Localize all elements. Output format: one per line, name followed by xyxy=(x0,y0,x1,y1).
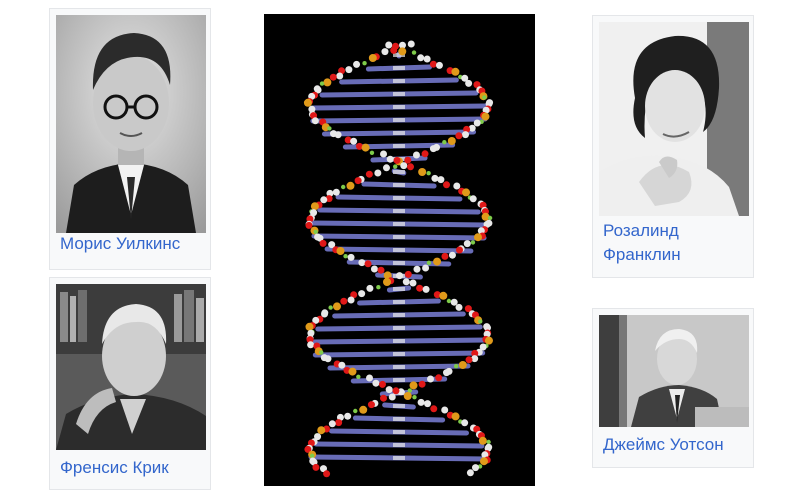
caption-franklin-line2[interactable]: Франклин xyxy=(603,243,681,267)
portrait-illustration xyxy=(599,22,749,216)
caption-franklin-link[interactable]: Розалинд Франклин xyxy=(603,219,681,267)
portrait-photo-watson[interactable] xyxy=(599,315,749,427)
portrait-photo-crick[interactable] xyxy=(56,284,206,450)
portrait-card-crick: Френсис Крик xyxy=(49,277,211,490)
portrait-photo-franklin[interactable] xyxy=(599,22,749,216)
portrait-card-watson: Джеймс Уотсон xyxy=(592,308,754,468)
dna-double-helix-image[interactable] xyxy=(264,14,535,486)
caption-watson-link[interactable]: Джеймс Уотсон xyxy=(603,433,724,457)
portrait-illustration xyxy=(56,15,206,233)
portrait-photo-wilkins[interactable] xyxy=(56,15,206,233)
caption-wilkins-link[interactable]: Морис Уилкинс xyxy=(60,232,180,256)
portrait-illustration xyxy=(599,315,749,427)
caption-franklin-line1[interactable]: Розалинд xyxy=(603,219,681,243)
caption-crick-link[interactable]: Френсис Крик xyxy=(60,456,169,480)
portrait-illustration xyxy=(56,284,206,450)
portrait-card-franklin: Розалинд Франклин xyxy=(592,15,754,278)
dna-helix-drawing xyxy=(303,40,494,478)
portrait-card-wilkins: Морис Уилкинс xyxy=(49,8,211,270)
